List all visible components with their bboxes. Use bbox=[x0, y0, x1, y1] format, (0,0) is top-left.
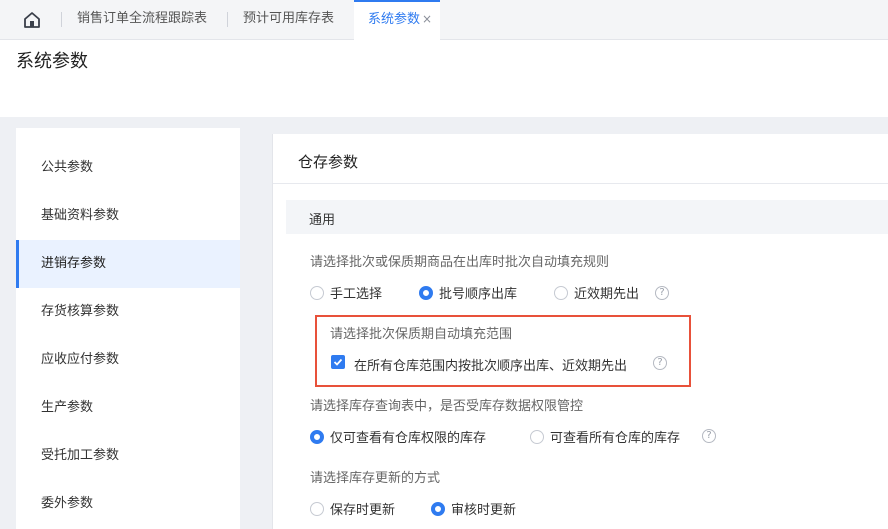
radio-label: 保存时更新 bbox=[330, 503, 396, 518]
help-icon[interactable]: ? bbox=[653, 356, 667, 370]
panel-header: 仓存参数 bbox=[273, 134, 888, 184]
sidebar-item-receivable-payable[interactable]: 应收应付参数 bbox=[16, 336, 240, 384]
radio-near-expiry-first[interactable]: 近效期先出 bbox=[554, 283, 639, 302]
radio-indicator bbox=[431, 501, 445, 516]
radio-batch-order[interactable]: 批号顺序出库 bbox=[419, 283, 517, 302]
radio-indicator bbox=[310, 285, 324, 300]
sidebar-item-inventory[interactable]: 进销存参数 bbox=[16, 240, 240, 288]
tab-label: 系统参数 bbox=[368, 12, 421, 27]
tab-label: 预计可用库存表 bbox=[243, 11, 335, 26]
batch-fill-scope-label: 请选择批次保质期自动填充范围 bbox=[330, 327, 513, 342]
sidebar-item-outsourcing[interactable]: 委外参数 bbox=[16, 480, 240, 528]
radio-label: 近效期先出 bbox=[574, 287, 640, 302]
radio-label: 仅可查看有仓库权限的库存 bbox=[330, 431, 487, 446]
radio-indicator bbox=[310, 501, 324, 516]
all-warehouses-checkbox-label[interactable]: 在所有仓库范围内按批次顺序出库、近效期先出 bbox=[354, 355, 627, 374]
page-header: 系统参数 bbox=[0, 40, 888, 117]
radio-label: 可查看所有仓库的库存 bbox=[550, 431, 681, 446]
tab-divider bbox=[61, 12, 62, 27]
page-title: 系统参数 bbox=[16, 51, 88, 72]
radio-label: 批号顺序出库 bbox=[439, 287, 518, 302]
radio-label: 手工选择 bbox=[330, 287, 383, 302]
sidebar-item-public[interactable]: 公共参数 bbox=[16, 144, 240, 192]
inventory-update-mode-label: 请选择库存更新的方式 bbox=[310, 471, 441, 486]
sidebar: 公共参数 基础资料参数 进销存参数 存货核算参数 应收应付参数 生产参数 受托加… bbox=[16, 128, 240, 529]
radio-indicator bbox=[310, 429, 324, 444]
section-header: 通用 bbox=[286, 200, 888, 234]
help-icon[interactable]: ? bbox=[655, 286, 669, 300]
radio-label: 审核时更新 bbox=[451, 503, 517, 518]
radio-all-warehouses[interactable]: 可查看所有仓库的库存 bbox=[530, 427, 680, 446]
inventory-permission-label: 请选择库存查询表中，是否受库存数据权限管控 bbox=[310, 399, 584, 414]
radio-indicator bbox=[419, 285, 433, 300]
radio-indicator bbox=[530, 429, 544, 444]
check-icon bbox=[333, 358, 343, 366]
section-title: 通用 bbox=[309, 213, 336, 228]
params-panel: 仓存参数 通用 请选择批次或保质期商品在出库时批次自动填充规则 手工选择 批号顺… bbox=[272, 134, 888, 529]
close-icon[interactable]: × bbox=[422, 12, 432, 26]
tab-system-params[interactable]: 系统参数 × bbox=[354, 0, 440, 40]
radio-update-on-save[interactable]: 保存时更新 bbox=[310, 499, 395, 518]
sidebar-item-costing[interactable]: 存货核算参数 bbox=[16, 288, 240, 336]
tab-expected-inventory[interactable]: 预计可用库存表 bbox=[243, 0, 334, 40]
tab-sales-order-tracking[interactable]: 销售订单全流程跟踪表 bbox=[77, 0, 207, 40]
tab-label: 销售订单全流程跟踪表 bbox=[77, 11, 208, 26]
batch-fill-rule-label: 请选择批次或保质期商品在出库时批次自动填充规则 bbox=[310, 255, 610, 270]
sidebar-item-production[interactable]: 生产参数 bbox=[16, 384, 240, 432]
tab-bar: 销售订单全流程跟踪表 预计可用库存表 系统参数 × bbox=[0, 0, 888, 40]
all-warehouses-checkbox[interactable] bbox=[331, 355, 345, 369]
sidebar-item-entrusted-processing[interactable]: 受托加工参数 bbox=[16, 432, 240, 480]
help-icon[interactable]: ? bbox=[702, 429, 716, 443]
radio-indicator bbox=[554, 285, 568, 300]
home-icon[interactable] bbox=[22, 10, 42, 30]
radio-update-on-approve[interactable]: 审核时更新 bbox=[431, 499, 516, 518]
tab-divider bbox=[227, 12, 228, 27]
radio-permitted-warehouses-only[interactable]: 仅可查看有仓库权限的库存 bbox=[310, 427, 486, 446]
sidebar-item-basic-data[interactable]: 基础资料参数 bbox=[16, 192, 240, 240]
panel-title: 仓存参数 bbox=[298, 153, 359, 171]
radio-manual-select[interactable]: 手工选择 bbox=[310, 283, 382, 302]
